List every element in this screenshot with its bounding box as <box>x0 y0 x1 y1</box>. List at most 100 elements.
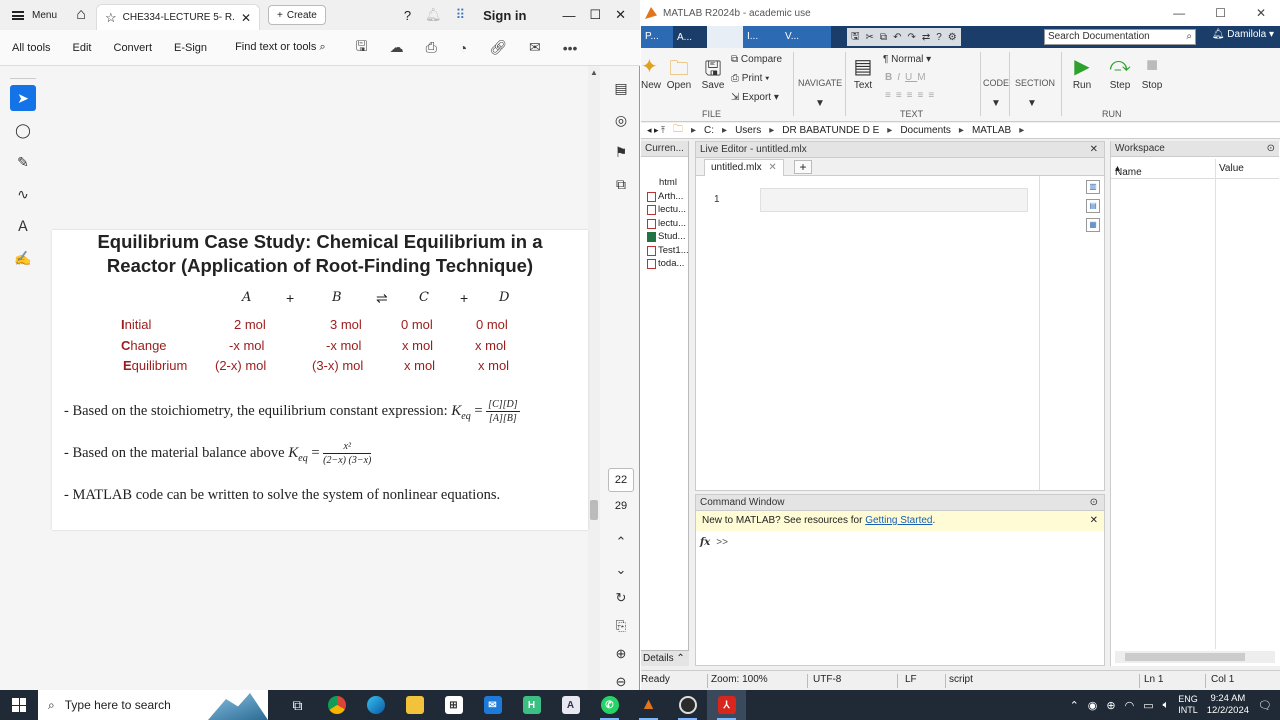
run-button[interactable]: ▶ Run <box>1069 54 1095 91</box>
open-button[interactable]: 🗀 Open <box>665 54 693 91</box>
compare-button[interactable]: ⧉ Compare <box>731 54 782 65</box>
star-icon[interactable]: ☆ <box>105 10 117 26</box>
edit-button[interactable]: Edit <box>73 42 92 54</box>
output-inline-icon[interactable]: ▤ <box>1086 199 1100 213</box>
undo-icon[interactable]: ↶ <box>893 32 901 43</box>
current-folder-header[interactable]: Curren... <box>641 141 688 157</box>
home-icon[interactable]: ⌂ <box>66 6 96 24</box>
current-page-input[interactable]: 22 <box>608 468 634 492</box>
code-button[interactable]: CODE <box>983 78 1009 88</box>
rotate-icon[interactable]: ↻ <box>608 584 634 612</box>
bookmark-icon[interactable]: ⚑ <box>604 136 638 168</box>
chevron-up-icon[interactable]: ⌃ <box>1070 699 1079 712</box>
navigate-button[interactable]: NAVIGATE <box>798 78 842 88</box>
file-item[interactable]: Test1... <box>647 245 689 256</box>
ai-summary-icon[interactable]: ▤ <box>604 72 638 104</box>
file-item[interactable]: lectu... <box>647 204 686 215</box>
previous-page-icon[interactable]: ⌃ <box>608 528 634 556</box>
settings-icon[interactable]: ⚙ <box>948 32 957 43</box>
edge-icon[interactable] <box>356 690 395 720</box>
output-divider[interactable] <box>1039 176 1040 490</box>
more-icon[interactable]: ••• <box>563 40 578 56</box>
path-segment[interactable]: MATLAB <box>972 125 1011 136</box>
tab-insert[interactable]: I... <box>743 26 781 48</box>
esign-button[interactable]: E-Sign <box>174 42 207 54</box>
select-cursor-icon[interactable]: ➤ <box>10 85 36 111</box>
list-align-buttons[interactable]: ≡≡≡≡≡ <box>885 90 939 101</box>
document-tab[interactable]: ☆ CHE334-LECTURE 5- R... ✕ <box>96 4 260 30</box>
volume-icon[interactable]: 🔈︎ <box>1163 699 1170 712</box>
email-icon[interactable]: ✉ <box>529 39 541 56</box>
new-button[interactable]: ✦ New <box>641 54 661 91</box>
scroll-up-arrow-icon[interactable]: ▲ <box>588 68 600 77</box>
path-segment[interactable]: Documents <box>900 125 951 136</box>
zoom-in-icon[interactable]: ⊕ <box>608 640 634 668</box>
copy-icon[interactable]: ⧉ <box>880 32 887 43</box>
column-divider[interactable] <box>1215 159 1216 649</box>
wifi-icon[interactable]: ◠ <box>1125 699 1135 712</box>
close-window-icon[interactable]: ✕ <box>615 7 626 23</box>
file-item[interactable]: toda... <box>647 258 684 269</box>
acrobat-taskbar-icon[interactable]: ⅄ <box>707 690 746 720</box>
file-item[interactable]: lectu... <box>647 218 686 229</box>
nav-arrows-icon[interactable]: ◂ ▸ ⤒ <box>647 125 665 136</box>
tab-apps[interactable]: A... <box>673 32 707 43</box>
camera-icon[interactable]: ◉ <box>1088 699 1098 712</box>
details-toggle[interactable]: Details ⌃ <box>641 650 689 666</box>
notifications-icon[interactable]: 🗨︎ <box>1258 699 1272 712</box>
all-tools-button[interactable]: All tools <box>12 42 51 54</box>
section-button[interactable]: SECTION <box>1015 78 1055 88</box>
help-icon[interactable]: ? <box>936 32 942 43</box>
save-icon[interactable]: 🖫 <box>851 29 860 46</box>
find-button[interactable]: Find text or tools ⌕ <box>235 41 326 54</box>
notes-app-icon[interactable]: A <box>551 690 590 720</box>
chrome-icon[interactable] <box>317 690 356 720</box>
tab-live-editor[interactable] <box>707 26 743 48</box>
normal-style-dropdown[interactable]: ¶ Normal ▾ <box>883 54 931 65</box>
comment-icon[interactable]: ◯ <box>10 117 36 143</box>
file-explorer-icon[interactable] <box>395 690 434 720</box>
close-tab-icon[interactable]: ✕ <box>241 11 251 25</box>
menu-button[interactable]: Menu <box>0 10 66 21</box>
step-button[interactable]: ⤼ Step <box>1107 54 1133 91</box>
path-segment[interactable]: Users <box>735 125 761 136</box>
minimize-icon[interactable]: — <box>1173 6 1185 20</box>
ws-value-column[interactable]: Value <box>1219 163 1244 174</box>
getting-started-link[interactable]: Getting Started <box>865 515 932 526</box>
fill-sign-icon[interactable]: ✍ <box>10 245 36 271</box>
file-item[interactable]: html <box>659 177 677 188</box>
comments-panel-icon[interactable]: ◎ <box>604 104 638 136</box>
save-button[interactable]: 🖫 Save <box>699 54 727 91</box>
task-view-icon[interactable]: ⧉ <box>278 690 317 720</box>
function-browser-icon[interactable]: fx <box>700 537 710 548</box>
scroll-thumb[interactable] <box>590 500 598 520</box>
upload-cloud-icon[interactable]: ☁ <box>390 39 404 56</box>
start-button[interactable] <box>0 690 38 720</box>
battery-icon[interactable]: ▭ <box>1143 699 1153 712</box>
workspace-hscrollbar[interactable] <box>1115 651 1275 663</box>
mail-icon[interactable]: ✉ <box>473 690 512 720</box>
panel-actions-icon[interactable]: ⊙ <box>1090 495 1098 510</box>
store-icon[interactable]: ⊞ <box>434 690 473 720</box>
format-buttons[interactable]: BIUM <box>885 72 931 83</box>
output-right-icon[interactable]: ▥ <box>1086 180 1100 194</box>
close-panel-icon[interactable]: ✕ <box>1090 142 1098 157</box>
editor-tab-untitled[interactable]: untitled.mlx ✕ <box>704 159 784 176</box>
sign-in-button[interactable]: Sign in <box>483 8 526 23</box>
path-segment[interactable]: C: <box>704 125 714 136</box>
path-segment[interactable]: DR BABATUNDE D E <box>782 125 879 136</box>
tab-view[interactable]: V... <box>781 26 831 48</box>
switch-window-icon[interactable]: ⇄ <box>922 32 930 43</box>
taskbar-search[interactable]: ⌕ Type here to search <box>38 690 268 720</box>
maximize-icon[interactable]: ☐ <box>589 7 601 23</box>
highlight-pen-icon[interactable]: ✎ <box>10 149 36 175</box>
cut-icon[interactable]: ✂ <box>866 32 874 43</box>
panel-actions-icon[interactable]: ⊙ <box>1267 141 1275 156</box>
print-button[interactable]: ⎙ Print ▾ <box>731 73 769 84</box>
close-window-icon[interactable]: ✕ <box>1256 6 1266 20</box>
next-page-icon[interactable]: ⌄ <box>608 556 634 584</box>
bell-icon[interactable]: 🔔︎ <box>425 7 442 23</box>
scroll-thumb[interactable] <box>1125 653 1245 661</box>
file-item[interactable]: Stud... <box>647 231 685 242</box>
minimize-icon[interactable]: — <box>562 8 575 23</box>
